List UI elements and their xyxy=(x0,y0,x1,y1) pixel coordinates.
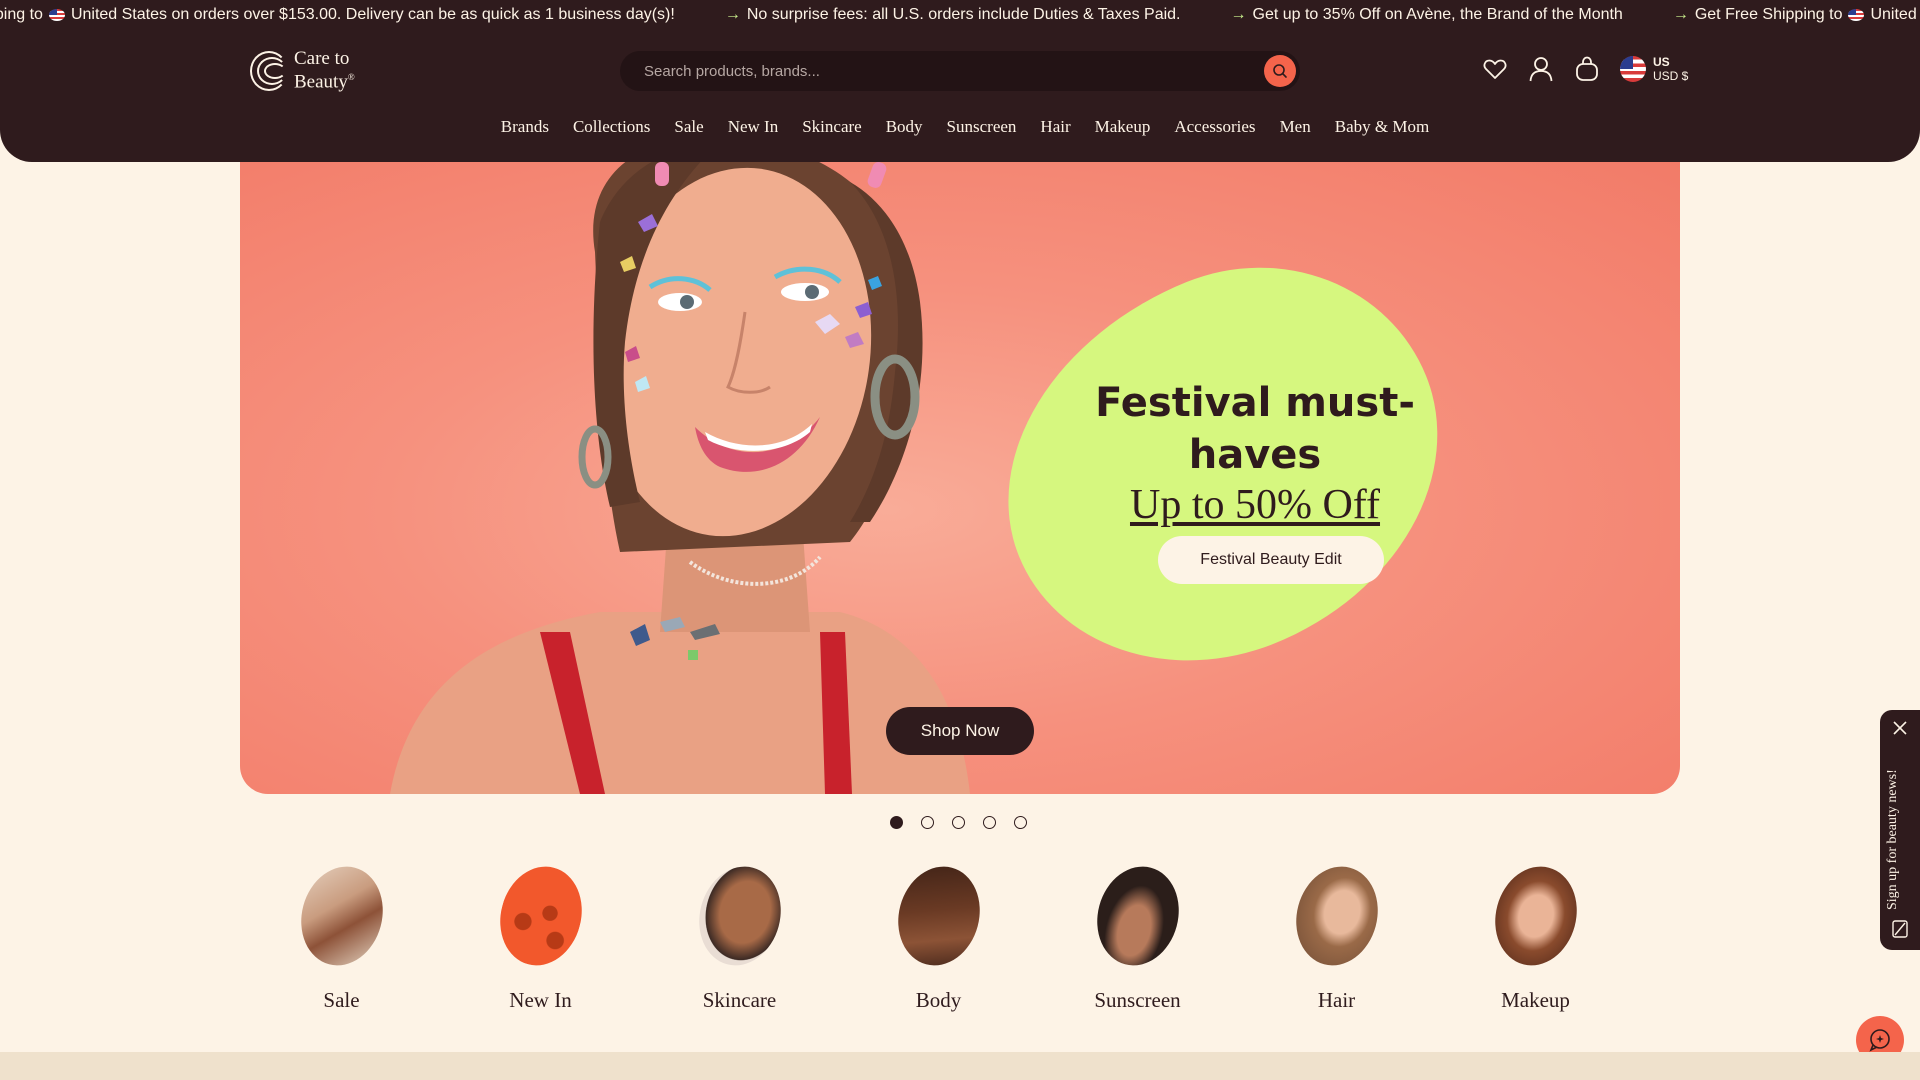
cart-button[interactable] xyxy=(1574,54,1600,84)
hero-offer-link[interactable]: Up to 50% Off xyxy=(1130,481,1380,529)
logo-mark-icon xyxy=(250,48,288,94)
category-sale[interactable]: Sale xyxy=(289,857,394,1013)
header-actions: US USD $ xyxy=(1482,54,1688,84)
nav-item-sunscreen[interactable]: Sunscreen xyxy=(947,117,1017,137)
category-label: Hair xyxy=(1317,988,1356,1012)
bag-icon xyxy=(1576,56,1598,81)
arrow-right-icon: → xyxy=(1672,6,1689,23)
category-new-in-image xyxy=(488,857,593,975)
announcement-text: Get Free Shipping to xyxy=(1694,6,1843,23)
announcement-text: No surprise fees: all U.S. orders includ… xyxy=(746,6,1181,23)
festival-edit-button[interactable]: Festival Beauty Edit xyxy=(1158,536,1384,584)
category-label: Sale xyxy=(323,988,360,1012)
search-icon xyxy=(1273,64,1287,78)
carousel-dot-5[interactable] xyxy=(1014,816,1027,829)
search-button[interactable] xyxy=(1264,55,1296,87)
hero-banner[interactable]: Festival must-haves Up to 50% Off Festiv… xyxy=(240,162,1680,794)
wishlist-button[interactable] xyxy=(1482,54,1508,84)
user-icon xyxy=(1529,57,1553,82)
main-nav: Brands Collections Sale New In Skincare … xyxy=(0,117,1920,137)
logo-text: Care to Beauty® xyxy=(294,48,355,93)
nav-item-new-in[interactable]: New In xyxy=(728,117,779,137)
announcement-item[interactable]: → No surprise fees: all U.S. orders incl… xyxy=(725,6,1181,24)
category-skincare[interactable]: Skincare xyxy=(687,857,792,1013)
carousel-dots xyxy=(890,816,1027,829)
shop-now-button[interactable]: Shop Now xyxy=(886,707,1034,755)
category-label: Body xyxy=(915,988,962,1012)
us-flag-icon xyxy=(48,9,65,21)
hero-title: Festival must-haves xyxy=(1095,380,1415,478)
nav-item-baby-mom[interactable]: Baby & Mom xyxy=(1335,117,1429,137)
nav-item-brands[interactable]: Brands xyxy=(501,117,549,137)
carousel-dot-2[interactable] xyxy=(921,816,934,829)
gift-icon xyxy=(1892,920,1908,938)
announcement-text: Get up to 35% Off on Avène, the Brand of… xyxy=(1252,6,1623,23)
chat-bubble-icon xyxy=(1869,1029,1890,1052)
locale-selector[interactable]: US USD $ xyxy=(1620,55,1688,83)
nav-item-accessories[interactable]: Accessories xyxy=(1174,117,1255,137)
carousel-dot-1[interactable] xyxy=(890,816,903,829)
category-body-image xyxy=(886,857,991,975)
category-body[interactable]: Body xyxy=(886,857,991,1013)
nav-item-sale[interactable]: Sale xyxy=(674,117,703,137)
category-skincare-image xyxy=(687,857,792,975)
nav-item-collections[interactable]: Collections xyxy=(573,117,650,137)
category-row: Sale New In Skincare Body Sunscreen Hair… xyxy=(289,857,1588,1013)
arrow-right-icon: → xyxy=(1230,6,1247,23)
announcement-text: United States on orders over $153.00. De… xyxy=(70,6,675,23)
announcement-text: United S xyxy=(1870,6,1920,23)
hero-copy: Festival must-haves Up to 50% Off xyxy=(1040,377,1470,529)
site-logo[interactable]: Care to Beauty® xyxy=(250,48,355,94)
announcement-bar: pping to United States on orders over $1… xyxy=(0,0,1920,32)
search-bar xyxy=(620,51,1300,91)
us-flag-icon xyxy=(1848,9,1865,21)
category-hair-image xyxy=(1284,857,1389,975)
category-label: Sunscreen xyxy=(1094,988,1181,1012)
account-button[interactable] xyxy=(1528,54,1554,84)
search-input[interactable] xyxy=(644,61,1224,81)
category-sale-image xyxy=(289,857,394,975)
category-sunscreen-image xyxy=(1085,857,1190,975)
category-label: Skincare xyxy=(702,988,777,1012)
announcement-item[interactable]: pping to United States on orders over $1… xyxy=(0,6,675,24)
nav-item-skincare[interactable]: Skincare xyxy=(802,117,861,137)
category-sunscreen[interactable]: Sunscreen xyxy=(1085,857,1190,1013)
category-hair[interactable]: Hair xyxy=(1284,857,1389,1013)
site-header: pping to United States on orders over $1… xyxy=(0,0,1920,162)
locale-currency: USD $ xyxy=(1653,69,1689,83)
category-makeup-image xyxy=(1483,857,1588,975)
nav-item-body[interactable]: Body xyxy=(886,117,923,137)
carousel-dot-4[interactable] xyxy=(983,816,996,829)
category-makeup[interactable]: Makeup xyxy=(1483,857,1588,1013)
announcement-item[interactable]: → Get Free Shipping to United S xyxy=(1673,6,1920,24)
nav-item-hair[interactable]: Hair xyxy=(1040,117,1070,137)
us-flag-icon xyxy=(1620,56,1646,82)
newsletter-side-tab[interactable]: Sign up for beauty news! xyxy=(1880,710,1920,950)
locale-country: US xyxy=(1653,55,1670,69)
heart-icon xyxy=(1483,59,1507,79)
announcement-item[interactable]: → Get up to 35% Off on Avène, the Brand … xyxy=(1231,6,1623,24)
announcement-text: pping to xyxy=(0,6,43,23)
category-label: Makeup xyxy=(1501,988,1570,1012)
arrow-right-icon: → xyxy=(724,6,741,23)
carousel-dot-3[interactable] xyxy=(952,816,965,829)
footer-band xyxy=(0,1052,1920,1080)
nav-item-makeup[interactable]: Makeup xyxy=(1095,117,1151,137)
nav-item-men[interactable]: Men xyxy=(1280,117,1311,137)
newsletter-label: Sign up for beauty news! xyxy=(1885,769,1900,910)
category-label: New In xyxy=(509,988,572,1012)
category-new-in[interactable]: New In xyxy=(488,857,593,1013)
